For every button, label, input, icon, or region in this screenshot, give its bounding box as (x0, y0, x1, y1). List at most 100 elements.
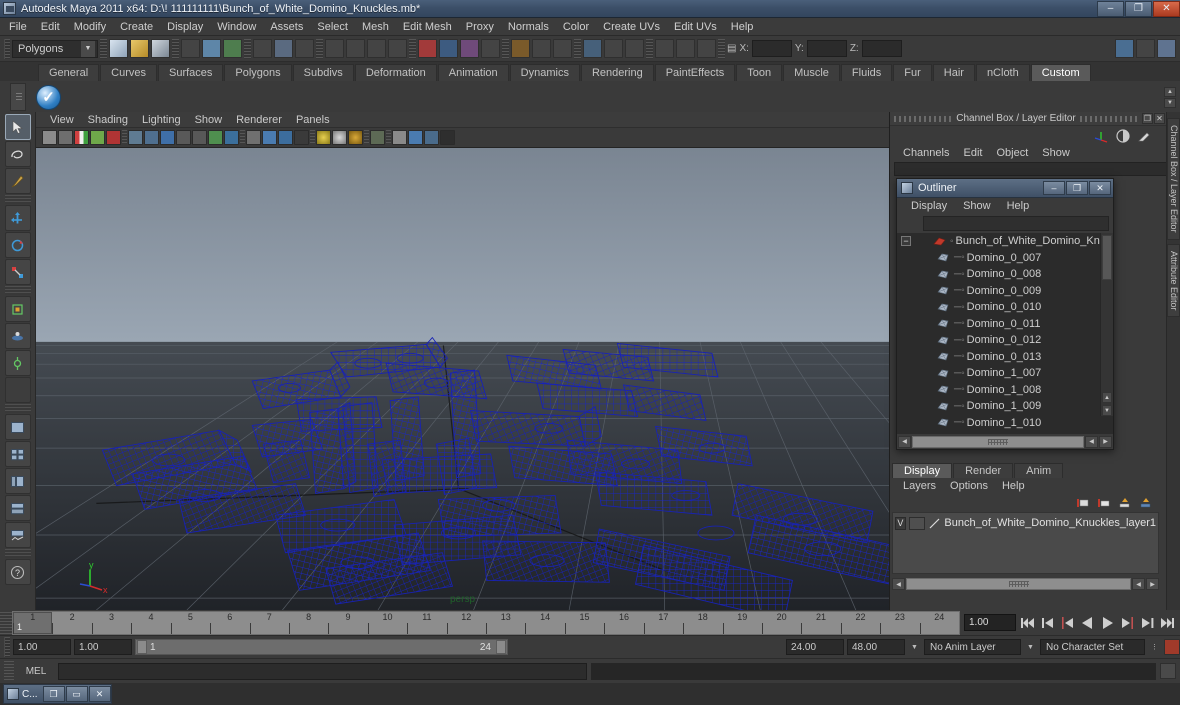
shelf-tab-deformation[interactable]: Deformation (354, 64, 437, 81)
anim-layer-field[interactable]: No Anim Layer (924, 639, 1021, 655)
animation-start-time-field[interactable]: 1.00 (13, 639, 71, 655)
scroll-right-icon[interactable]: ▶ (1146, 578, 1159, 590)
menu-select[interactable]: Select (310, 20, 355, 34)
shelf-tab-fluids[interactable]: Fluids (840, 64, 893, 81)
outliner-row-root[interactable]: − ◦ Bunch_of_White_Domino_Knuckles (897, 233, 1113, 250)
command-language-label[interactable]: MEL (18, 666, 54, 677)
shelf-tab-surfaces[interactable]: Surfaces (157, 64, 224, 81)
outliner-row-item[interactable]: ─◦ Domino_0_011 (897, 316, 1113, 333)
shelf-tab-ncloth[interactable]: nCloth (975, 64, 1030, 81)
viewport-menu-panels[interactable]: Panels (290, 114, 336, 126)
animation-end-time-field[interactable]: 48.00 (847, 639, 905, 655)
taskbar-maximize-button[interactable]: ▭ (65, 686, 88, 702)
select-camera-icon[interactable] (42, 130, 57, 145)
play-backwards-icon[interactable] (1079, 614, 1096, 632)
outliner-row-item[interactable]: ─◦ Domino_0_007 (897, 250, 1113, 267)
show-hide-attribute-editor-icon[interactable] (1136, 39, 1155, 58)
dock-drag-handle-right[interactable] (1079, 115, 1139, 122)
snap-to-curve-icon[interactable] (295, 39, 314, 58)
scroll-right-icon[interactable]: ▶ (1099, 435, 1112, 448)
go-to-start-icon[interactable] (1019, 614, 1036, 632)
playback-range-bar[interactable]: 1 24 (135, 639, 508, 655)
move-layer-up-icon[interactable] (1118, 497, 1132, 509)
layer-menu-options[interactable]: Options (943, 480, 995, 492)
vertical-tab-channel-box[interactable]: Channel Box / Layer Editor (1167, 118, 1180, 240)
resolution-gate-icon[interactable] (160, 130, 175, 145)
step-back-key-icon[interactable] (1039, 614, 1056, 632)
range-start-time-field[interactable]: 1.00 (74, 639, 132, 655)
snap-to-view-plane-icon[interactable] (367, 39, 386, 58)
safe-action-icon[interactable] (208, 130, 223, 145)
select-by-object-icon[interactable] (202, 39, 221, 58)
selection-mode-dropdown[interactable]: Polygons ▼ (12, 39, 98, 58)
viewport-3d-scene[interactable]: y x persp (36, 148, 889, 610)
object-display-icon[interactable] (408, 130, 423, 145)
menu-create[interactable]: Create (113, 20, 160, 34)
expand-collapse-icon[interactable]: − (901, 236, 911, 247)
transform-mode-icon[interactable]: ▤ (727, 43, 736, 54)
new-empty-layer-icon[interactable] (1097, 497, 1111, 509)
viewport-menu-renderer[interactable]: Renderer (230, 114, 288, 126)
outliner-row-item[interactable]: ─◦ Domino_0_013 (897, 349, 1113, 366)
scale-tool-icon[interactable] (4, 259, 31, 285)
component-mask-icon[interactable] (253, 39, 272, 58)
channel-box-menu-show[interactable]: Show (1035, 147, 1077, 159)
four-view-layout-icon[interactable] (4, 441, 31, 467)
lasso-tool-icon[interactable] (4, 141, 31, 167)
use-all-lights-icon[interactable] (332, 130, 347, 145)
last-tool-used-icon[interactable] (4, 377, 31, 403)
gate-mask-icon[interactable] (176, 130, 191, 145)
shelf-tab-general[interactable]: General (38, 64, 100, 81)
viewport-menu-view[interactable]: View (44, 114, 80, 126)
step-forward-key-icon[interactable] (1139, 614, 1156, 632)
two-d-pan-zoom-icon[interactable] (90, 130, 105, 145)
step-forward-frame-icon[interactable] (1119, 614, 1136, 632)
help-tool-icon[interactable]: ? (4, 559, 31, 585)
ipr-render-icon[interactable] (460, 39, 479, 58)
select-by-component-icon[interactable] (223, 39, 242, 58)
image-plane-icon[interactable] (74, 130, 89, 145)
shelf-tab-animation[interactable]: Animation (437, 64, 509, 81)
layer-row[interactable]: V Bunch_of_White_Domino_Knuckles_layer1 (895, 516, 1156, 530)
coord-z-field[interactable] (861, 40, 902, 57)
outliner-row-item[interactable]: ─◦ Domino_0_008 (897, 266, 1113, 283)
go-to-end-icon[interactable] (1159, 614, 1176, 632)
move-layer-down-icon[interactable] (1139, 497, 1153, 509)
current-time-field[interactable]: 1.00 (964, 614, 1016, 631)
snap-to-grid-icon[interactable] (274, 39, 293, 58)
taskbar-minimize-button[interactable]: ❐ (42, 686, 65, 702)
channel-box-menu-edit[interactable]: Edit (956, 147, 989, 159)
open-outliner-icon[interactable] (583, 39, 602, 58)
scrollbar-thumb[interactable] (906, 578, 1131, 590)
shelf-tab-hair[interactable]: Hair (932, 64, 975, 81)
camera-attributes-icon[interactable] (58, 130, 73, 145)
outliner-row-item[interactable]: ─◦ Domino_1_009 (897, 398, 1113, 415)
shelf-checkmark-icon[interactable]: ✓ (36, 84, 61, 110)
scroll-left-icon[interactable]: ◀ (898, 435, 911, 448)
shelf-scroll-up-icon[interactable]: ▲ (1164, 86, 1176, 97)
menu-file[interactable]: File (2, 20, 34, 34)
layer-visibility-toggle[interactable]: V (895, 516, 906, 530)
menu-mesh[interactable]: Mesh (355, 20, 396, 34)
outliner-row-item[interactable]: ─◦ Domino_0_009 (897, 283, 1113, 300)
open-attribute-spreadsheet-icon[interactable] (625, 39, 644, 58)
layer-menu-layers[interactable]: Layers (896, 480, 943, 492)
show-hide-channel-box-icon[interactable] (1115, 39, 1134, 58)
menu-edit[interactable]: Edit (34, 20, 67, 34)
open-component-editor-icon[interactable] (604, 39, 623, 58)
maximize-button[interactable]: ❐ (1125, 0, 1152, 17)
outliner-minimize-button[interactable]: – (1043, 181, 1065, 195)
show-hide-tool-settings-icon[interactable] (1157, 39, 1176, 58)
menu-help[interactable]: Help (724, 20, 761, 34)
outliner-row-item[interactable]: ─◦ Domino_1_007 (897, 365, 1113, 382)
range-handle-right[interactable] (496, 640, 506, 654)
viewport-menu-shading[interactable]: Shading (82, 114, 134, 126)
half-circle-icon[interactable] (1116, 128, 1130, 143)
open-script-editor-icon[interactable] (655, 39, 674, 58)
shelf-tab-subdivs[interactable]: Subdivs (292, 64, 354, 81)
range-handle-left[interactable] (137, 640, 147, 654)
new-scene-icon[interactable] (109, 39, 128, 58)
scroll-left-icon[interactable]: ◀ (892, 578, 905, 590)
menu-window[interactable]: Window (210, 20, 263, 34)
menu-assets[interactable]: Assets (263, 20, 310, 34)
